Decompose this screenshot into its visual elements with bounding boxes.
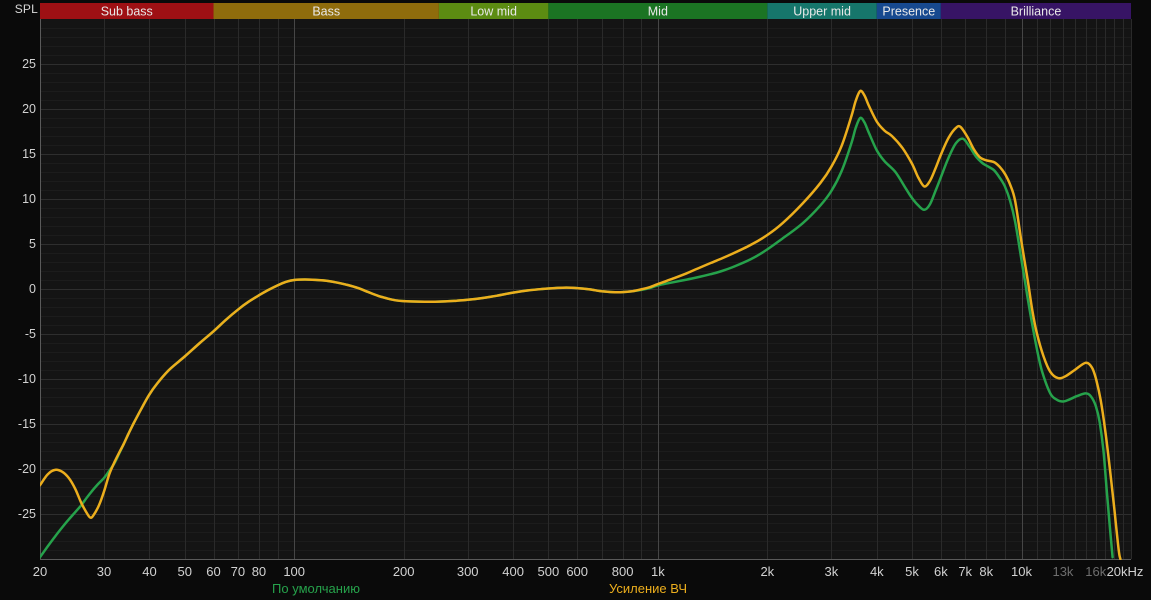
band-label: Presence [882,5,935,19]
x-tick-label: 13k [1052,564,1073,579]
y-tick-label: 25 [22,57,36,71]
band-label: Low mid [470,5,517,19]
band-label: Mid [648,5,668,19]
x-tick-label: 2k [760,564,774,579]
x-tick-label: 40 [142,564,156,579]
x-tick-label: 6k [934,564,948,579]
x-tick-label: 70 [231,564,245,579]
x-tick-label: 60 [206,564,220,579]
x-tick-label: 20kHz [1107,564,1144,579]
y-tick-label: 15 [22,147,36,161]
legend-item-default[interactable]: По умолчанию [272,581,360,596]
x-tick-label: 7k [958,564,972,579]
x-tick-label: 80 [252,564,266,579]
y-tick-label: 10 [22,192,36,206]
x-tick-label: 500 [538,564,560,579]
x-axis-tick-labels: 20 30 40 50 60 70 80 100 200 300 400 500 600 800 1k 2k 3… [33,564,1144,579]
frequency-response-chart: 25 20 15 10 5 0 -5 -10 -15 -20 -25 20 30 40 50 60 70 80 10… [0,0,1151,600]
x-tick-label: 30 [97,564,111,579]
x-tick-label: 16k [1085,564,1106,579]
x-tick-label: 1k [651,564,665,579]
y-tick-label: 20 [22,102,36,116]
x-tick-label: 300 [457,564,479,579]
legend-item-treble-boost[interactable]: Усиление ВЧ [609,581,687,596]
x-tick-label: 100 [283,564,305,579]
x-tick-label: 200 [393,564,415,579]
y-tick-label: -5 [25,327,36,341]
x-tick-label: 3k [825,564,839,579]
y-tick-label: 0 [29,282,36,296]
x-tick-label: 5k [905,564,919,579]
y-tick-label: -15 [18,417,36,431]
x-tick-label: 8k [979,564,993,579]
spl-chart-canvas: 2520151050-5-10-15-20-2520 30 40 50 60 70 80 10… [18,3,1144,579]
y-axis-title: SPL [14,2,38,16]
x-tick-label: 600 [566,564,588,579]
x-tick-label: 50 [177,564,191,579]
y-tick-label: 5 [29,237,36,251]
x-tick-label: 400 [502,564,524,579]
x-tick-label: 20 [33,564,47,579]
x-tick-label: 4k [870,564,884,579]
x-tick-label: 10k [1011,564,1032,579]
frequency-bands: Sub bass Bass Low mid Mid Upper mid Presence B… [40,3,1131,19]
band-label: Sub bass [101,5,153,19]
band-label: Brilliance [1011,5,1062,19]
y-tick-label: -20 [18,462,36,476]
y-tick-label: -10 [18,372,36,386]
y-axis-tick-labels: 25 20 15 10 5 0 -5 -10 -15 -20 -25 [18,57,36,521]
band-label: Upper mid [793,5,851,19]
y-tick-label: -25 [18,507,36,521]
band-label: Bass [312,5,340,19]
x-tick-label: 800 [612,564,634,579]
